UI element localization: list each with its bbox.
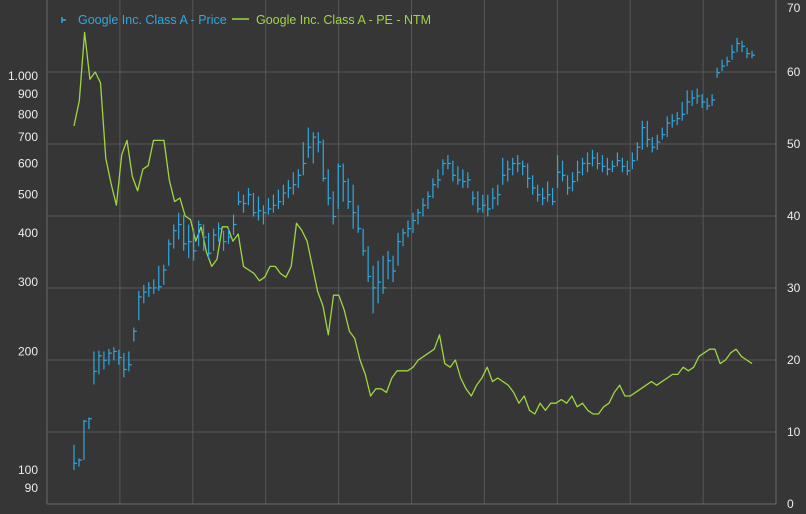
- left-tick-label: 700: [18, 130, 38, 144]
- right-tick-label: 60: [787, 65, 801, 79]
- price-pe-chart: 100 200 300 400 500 600 700 800 900 1.000 90 0 10 20…: [0, 0, 806, 514]
- right-tick-label: 50: [787, 137, 801, 151]
- left-tick-label: 400: [18, 226, 38, 240]
- right-tick-label: 30: [787, 281, 801, 295]
- right-tick-label: 70: [787, 1, 801, 15]
- left-tick-label: 1.000: [8, 69, 38, 83]
- left-tick-label: 200: [18, 344, 38, 358]
- chart-area: 100 200 300 400 500 600 700 800 900 1.000 90 0 10 20…: [0, 0, 806, 514]
- legend-item-pe[interactable]: Google Inc. Class A - PE - NTM: [232, 13, 431, 27]
- left-tick-label: 500: [18, 188, 38, 202]
- left-tick-label: 800: [18, 107, 38, 121]
- left-minor-tick-label: 90: [25, 481, 39, 495]
- chart-background: [0, 0, 806, 514]
- right-tick-label: 20: [787, 353, 801, 367]
- legend-label-price: Google Inc. Class A - Price: [78, 13, 227, 27]
- legend-item-price[interactable]: Google Inc. Class A - Price: [61, 13, 227, 27]
- right-tick-label: 40: [787, 209, 801, 223]
- left-tick-label: 100: [18, 463, 38, 477]
- left-tick-label: 300: [18, 275, 38, 289]
- left-tick-label: 900: [18, 87, 38, 101]
- right-tick-label: 10: [787, 425, 801, 439]
- right-tick-label: 0: [787, 497, 794, 511]
- left-tick-label: 600: [18, 156, 38, 170]
- legend-label-pe: Google Inc. Class A - PE - NTM: [256, 13, 431, 27]
